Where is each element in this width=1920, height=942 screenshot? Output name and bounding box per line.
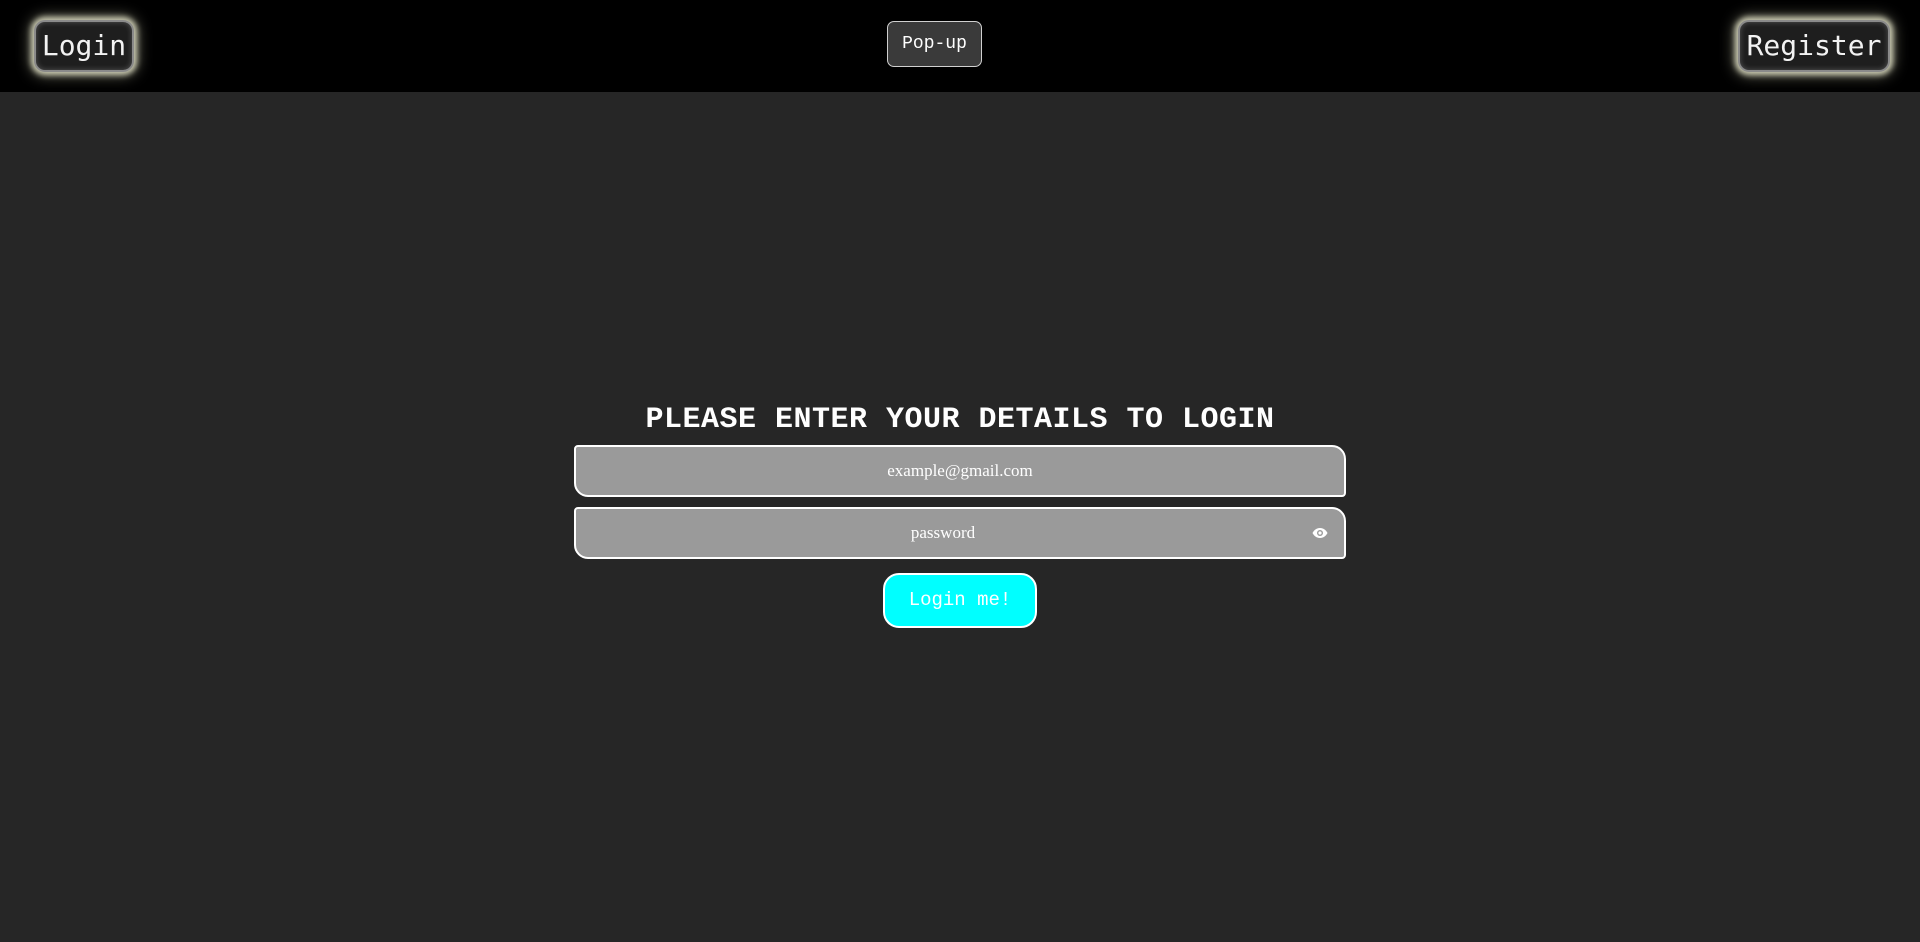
email-input[interactable] — [576, 447, 1344, 495]
page: Login Pop-up Register PLEASE ENTER YOUR … — [0, 0, 1920, 942]
popup-button[interactable]: Pop-up — [887, 21, 982, 67]
login-submit-button[interactable]: Login me! — [883, 573, 1037, 628]
eye-icon[interactable] — [1312, 527, 1328, 539]
form-heading: PLEASE ENTER YOUR DETAILS TO LOGIN — [645, 403, 1275, 437]
top-navbar: Login Pop-up Register — [0, 0, 1920, 92]
login-form: PLEASE ENTER YOUR DETAILS TO LOGIN Login… — [574, 400, 1346, 628]
password-input[interactable] — [576, 509, 1344, 557]
login-nav-button[interactable]: Login — [34, 20, 134, 72]
password-field-container — [574, 507, 1346, 559]
email-field-container — [574, 445, 1346, 497]
register-nav-button[interactable]: Register — [1738, 20, 1890, 72]
